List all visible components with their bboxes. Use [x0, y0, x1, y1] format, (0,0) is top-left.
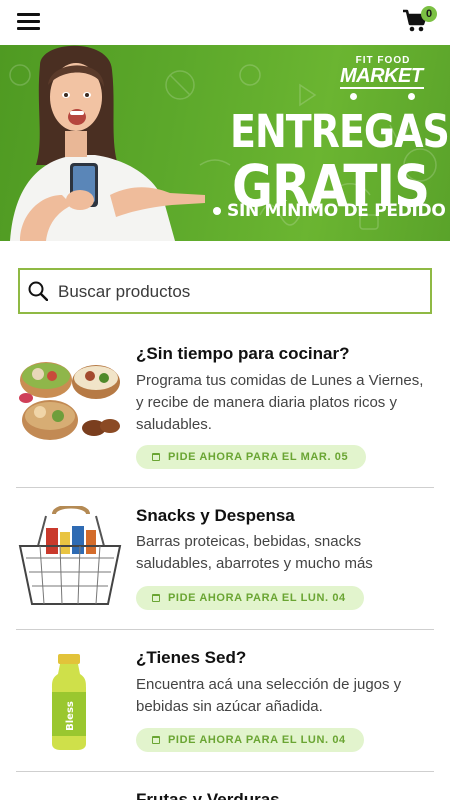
category-drinks[interactable]: Bless ¿Tienes Sed? Encuentra acá una sel…	[16, 630, 434, 772]
top-bar: 0	[0, 0, 450, 45]
search-input[interactable]	[58, 278, 418, 306]
meal-bowls-image	[19, 362, 120, 440]
promo-banner[interactable]: FIT FOOD MARKET ENTREGAS GRATIS SIN MÍNI…	[0, 45, 450, 241]
juice-bottle-image: Bless	[52, 654, 86, 750]
woman-with-phone-image	[10, 45, 205, 241]
search-icon	[28, 281, 48, 301]
category-fruits-vegetables[interactable]: Frutas y Verduras	[16, 772, 434, 800]
search-bar[interactable]	[18, 268, 432, 314]
order-now-button[interactable]: PIDE AHORA PARA EL LUN. 04	[136, 728, 364, 752]
banner-subtitle: SIN MÍNIMO DE PEDIDO	[213, 201, 446, 221]
category-title: ¿Sin tiempo para cocinar?	[136, 344, 350, 363]
calendar-icon	[152, 736, 160, 744]
cart-button[interactable]: 0	[402, 6, 438, 38]
calendar-icon	[152, 453, 160, 461]
category-description: Encuentra acá una selección de jugos y b…	[136, 676, 402, 715]
banner-title-line1: ENTREGAS	[230, 105, 450, 158]
order-now-button[interactable]: PIDE AHORA PARA EL MAR. 05	[136, 445, 367, 469]
svg-text:Bless: Bless	[65, 701, 76, 731]
grocery-basket-image	[18, 506, 122, 605]
bullet-icon	[213, 207, 221, 215]
category-title: ¿Tienes Sed?	[136, 648, 247, 667]
order-now-button[interactable]: PIDE AHORA PARA EL LUN. 04	[136, 586, 364, 610]
category-description: Programa tus comidas de Lunes a Viernes,…	[136, 372, 424, 433]
cart-count-badge: 0	[421, 6, 437, 22]
category-title: Snacks y Despensa	[136, 506, 295, 525]
category-meal-plan[interactable]: ¿Sin tiempo para cocinar? Programa tus c…	[16, 330, 434, 488]
fit-food-market-logo: FIT FOOD MARKET	[338, 55, 430, 107]
hamburger-menu-icon[interactable]	[17, 13, 40, 31]
category-title: Frutas y Verduras	[136, 790, 280, 800]
category-description: Barras proteicas, bebidas, snacks saluda…	[136, 533, 373, 572]
category-snacks[interactable]: Snacks y Despensa Barras proteicas, bebi…	[16, 488, 434, 630]
calendar-icon	[152, 594, 160, 602]
